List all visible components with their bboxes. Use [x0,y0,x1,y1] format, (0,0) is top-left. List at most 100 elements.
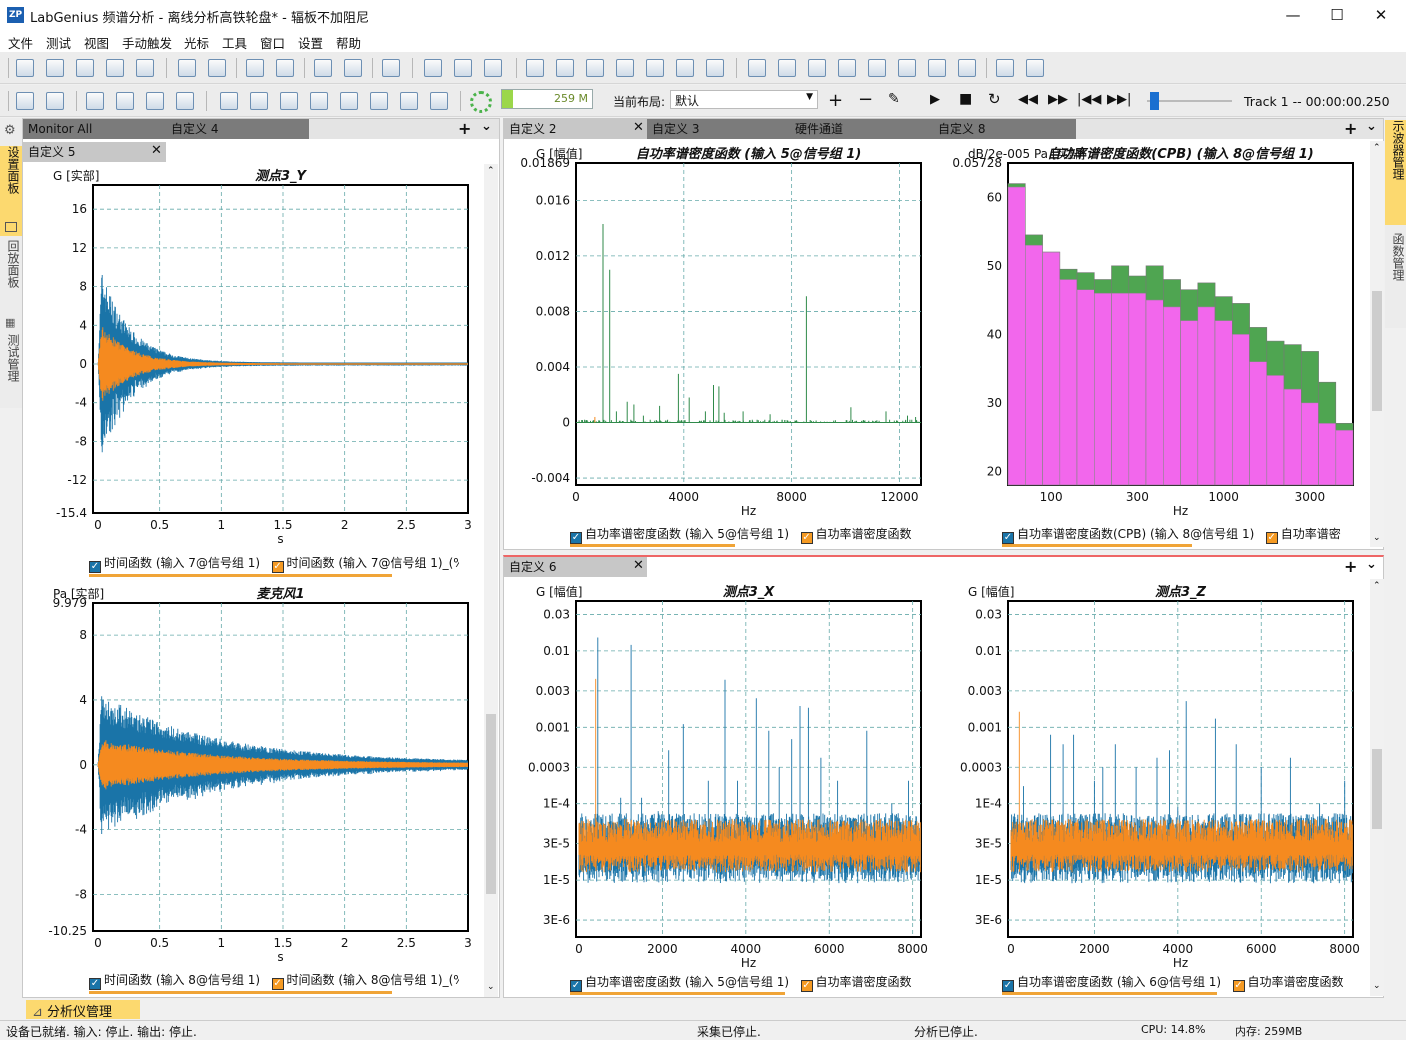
stop-icon[interactable]: ■ [959,91,972,107]
skip-end-icon[interactable]: ▶▶| [1107,92,1131,107]
tab-custom-2[interactable]: 自定义 2 [504,119,647,139]
checkbox-icon[interactable]: ✓ [1232,980,1245,992]
chevron-down-icon[interactable]: ⌄ [487,982,495,992]
scroll-thumb[interactable] [1372,291,1382,411]
chevron-down-icon[interactable]: ⌄ [481,119,492,134]
toolbar-icon[interactable] [1026,59,1044,77]
forward-icon[interactable]: ▶▶ [1048,92,1068,107]
toolbar-icon[interactable] [556,59,574,77]
toolbar-icon[interactable] [586,59,604,77]
chevron-down-icon[interactable]: ⌄ [1373,981,1381,991]
scroll-thumb[interactable] [1372,749,1382,829]
minimize-button[interactable]: — [1270,0,1316,30]
analyzer-manage-tab[interactable]: ⊿ 分析仪管理 [26,1000,140,1020]
toolbar-icon[interactable] [382,59,400,77]
checkbox-icon[interactable]: ✓ [89,561,101,573]
menu-settings[interactable]: 设置 [298,33,323,52]
chevron-down-icon[interactable]: ⌄ [1373,533,1381,543]
menu-manual-trigger[interactable]: 手动触发 [122,33,172,52]
checkbox-icon[interactable]: ✓ [271,978,284,990]
toolbar-icon[interactable] [46,92,64,110]
toolbar-icon[interactable] [116,92,134,110]
toolbar-icon[interactable] [136,59,154,77]
toolbar-icon[interactable] [220,92,238,110]
tab-custom-5[interactable]: 自定义 5 [23,142,166,162]
checkbox-icon[interactable]: ✓ [1265,532,1278,544]
left-scrollbar[interactable]: ⌃ ⌄ [484,164,498,997]
minus-icon[interactable]: − [858,89,873,110]
toolbar-icon[interactable] [146,92,164,110]
add-tab-icon[interactable]: + [1344,557,1357,576]
toolbar-icon[interactable] [106,59,124,77]
toolbar-icon[interactable] [898,59,916,77]
sidebar-tab-scope-manage[interactable]: 示波器管理 [1385,120,1406,225]
tab-custom-6[interactable]: 自定义 6 [504,557,647,577]
close-tab-icon[interactable]: ✕ [633,558,644,573]
toolbar-icon[interactable] [676,59,694,77]
toolbar-icon[interactable] [340,92,358,110]
toolbar-icon[interactable] [928,59,946,77]
close-button[interactable]: ✕ [1358,0,1404,30]
menu-window[interactable]: 窗口 [260,33,285,52]
toolbar-icon[interactable] [16,59,34,77]
menu-help[interactable]: 帮助 [336,33,361,52]
scroll-thumb[interactable] [486,714,496,894]
toolbar-icon[interactable] [178,59,196,77]
chevron-down-icon[interactable]: ⌄ [1366,557,1377,572]
menu-cursor[interactable]: 光标 [184,33,209,52]
toolbar-icon[interactable] [276,59,294,77]
sidebar-tab-test-manage[interactable]: 测试管理 [0,334,22,404]
checkbox-icon[interactable]: ✓ [1002,980,1014,992]
toolbar-icon[interactable] [454,59,472,77]
menu-view[interactable]: 视图 [84,33,109,52]
toolbar-icon[interactable] [868,59,886,77]
skip-start-icon[interactable]: |◀◀ [1077,92,1101,107]
toolbar-icon[interactable] [400,92,418,110]
toolbar-icon[interactable] [748,59,766,77]
track-slider-handle[interactable] [1150,92,1159,110]
chevron-up-icon[interactable]: ⌃ [487,166,495,176]
checkbox-icon[interactable]: ✓ [800,532,813,544]
menu-test[interactable]: 测试 [46,33,71,52]
toolbar-icon[interactable] [484,59,502,77]
toolbar-icon[interactable] [344,59,362,77]
toolbar-icon[interactable] [46,59,64,77]
close-tab-icon[interactable]: ✕ [633,120,644,135]
toolbar-icon[interactable] [646,59,664,77]
layout-select[interactable]: 默认 ▼ [670,90,818,109]
checkbox-icon[interactable]: ✓ [800,980,813,992]
checkbox-icon[interactable]: ✓ [570,980,582,992]
tab-hardware-channel[interactable]: 硬件通道 [790,119,933,139]
add-tab-icon[interactable]: + [1344,119,1357,138]
add-tab-icon[interactable]: + [458,119,471,138]
add-icon[interactable]: + [828,90,843,111]
toolbar-icon[interactable] [76,59,94,77]
toolbar-icon[interactable] [778,59,796,77]
toolbar-icon[interactable] [808,59,826,77]
sidebar-tab-playback[interactable]: 回放面板 [0,240,22,310]
toolbar-icon[interactable] [996,59,1014,77]
toolbar-icon[interactable] [838,59,856,77]
toolbar-icon[interactable] [86,92,104,110]
toolbar-icon[interactable] [176,92,194,110]
checkbox-icon[interactable]: ✓ [570,532,582,544]
menu-tools[interactable]: 工具 [222,33,247,52]
tab-monitor-all[interactable]: Monitor All [23,119,166,139]
toolbar-icon[interactable] [280,92,298,110]
toolbar-icon[interactable] [430,92,448,110]
sidebar-tab-function-manage[interactable]: 函数管理 [1385,233,1406,323]
toolbar-icon[interactable] [706,59,724,77]
rewind-icon[interactable]: ◀◀ [1018,92,1038,107]
track-slider[interactable] [1147,100,1232,102]
checkbox-icon[interactable]: ✓ [271,561,284,573]
close-tab-icon[interactable]: ✕ [151,143,162,158]
toolbar-icon[interactable] [208,59,226,77]
toolbar-icon[interactable] [246,59,264,77]
checkbox-icon[interactable]: ✓ [89,978,101,990]
tab-custom-3[interactable]: 自定义 3 [647,119,790,139]
toolbar-icon[interactable] [314,59,332,77]
maximize-button[interactable]: ☐ [1314,0,1360,30]
toolbar-icon[interactable] [958,59,976,77]
pen-icon[interactable]: ✎ [888,91,900,107]
menu-file[interactable]: 文件 [8,33,33,52]
